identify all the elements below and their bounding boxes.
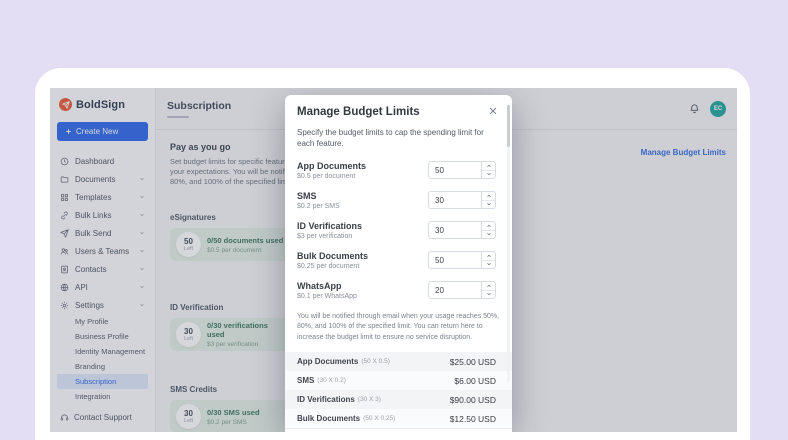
budget-field-app-documents: App Documents $0.5 per document 50 — [297, 161, 500, 180]
stepper-down-icon[interactable] — [482, 171, 495, 179]
sidebar: BoldSign Create New Dashboard Documents … — [50, 88, 156, 432]
sidebar-item-bulk-send[interactable]: Bulk Send — [57, 224, 148, 242]
id-verifications-limit-input[interactable]: 30 — [428, 221, 496, 240]
send-icon — [60, 228, 69, 238]
modal-scrollbar[interactable] — [507, 105, 510, 382]
close-icon[interactable] — [488, 106, 500, 118]
modal-note: You will be notified through email when … — [297, 312, 500, 341]
folder-icon — [60, 175, 69, 184]
esignatures-usage-text: 0/50 documents used — [207, 235, 284, 245]
chevron-down-icon — [139, 284, 145, 290]
summary-row: Bulk Documents (50 X 0.25) $12.50 USD — [285, 409, 512, 429]
id-verification-usage-text: 0/30 verifications used — [207, 321, 268, 340]
modal-footer: Cancel Set Limits — [285, 428, 512, 432]
chevron-down-icon — [139, 176, 145, 182]
sidebar-item-templates[interactable]: Templates — [57, 188, 148, 206]
sms-limit-input[interactable]: 30 — [428, 191, 496, 210]
dashboard-icon — [60, 157, 69, 166]
chevron-down-icon — [139, 230, 145, 236]
bulk-documents-limit-input[interactable]: 50 — [428, 251, 496, 270]
api-icon — [60, 283, 69, 292]
manage-budget-limits-link[interactable]: Manage Budget Limits — [641, 148, 726, 157]
plus-icon — [66, 129, 71, 134]
id-verification-remaining-badge: 30 Left — [176, 322, 201, 348]
sidebar-subitem-integration[interactable]: Integration — [57, 389, 148, 404]
sidebar-item-contacts[interactable]: Contacts — [57, 260, 148, 278]
create-new-label: Create New — [76, 127, 119, 136]
users-icon — [60, 247, 69, 256]
link-icon — [60, 211, 69, 220]
sidebar-item-users-teams[interactable]: Users & Teams — [57, 242, 148, 260]
stepper-up-icon[interactable] — [482, 222, 495, 231]
scrollbar-thumb[interactable] — [507, 105, 510, 147]
budget-field-id-verifications: ID Verifications $3 per verification 30 — [297, 221, 500, 240]
summary-row: ID Verifications (30 X 3) $90.00 USD — [285, 390, 512, 410]
sidebar-subitem-subscription[interactable]: Subscription — [57, 374, 148, 389]
contact-icon — [60, 265, 69, 274]
sidebar-item-documents[interactable]: Documents — [57, 170, 148, 188]
browser-window-frame: BoldSign Create New Dashboard Documents … — [35, 68, 750, 440]
sidebar-subitem-branding[interactable]: Branding — [57, 359, 148, 374]
chevron-down-icon — [139, 266, 145, 272]
sms-credits-remaining-badge: 30 Left — [176, 404, 201, 430]
stepper-down-icon[interactable] — [482, 201, 495, 209]
sms-credits-usage-text: 0/30 SMS used — [207, 407, 260, 417]
sidebar-item-api[interactable]: API — [57, 278, 148, 296]
stepper-up-icon[interactable] — [482, 162, 495, 171]
stepper-down-icon[interactable] — [482, 261, 495, 269]
sms-credits-rate-text: $0.2 per SMS — [207, 418, 247, 426]
cost-summary: App Documents (50 X 0.5) $25.00 USD SMS … — [285, 352, 512, 429]
whatsapp-limit-input[interactable]: 20 — [428, 281, 496, 300]
manage-budget-limits-modal: Manage Budget Limits Specify the budget … — [285, 95, 512, 432]
grid-icon — [60, 193, 69, 202]
notifications-bell-icon[interactable] — [689, 103, 700, 114]
user-avatar[interactable]: EC — [710, 100, 726, 117]
stepper-up-icon[interactable] — [482, 282, 495, 291]
contact-support-button[interactable]: Contact Support — [57, 409, 148, 426]
chevron-down-icon — [139, 212, 145, 218]
chevron-up-icon — [139, 302, 145, 308]
boldsign-logo-icon — [59, 98, 72, 111]
gear-icon — [60, 301, 69, 310]
esignatures-remaining-badge: 50 Left — [176, 232, 201, 258]
esignatures-usage-card: 50 Left 0/50 documents used $0.5 per doc… — [170, 228, 292, 262]
create-new-button[interactable]: Create New — [57, 122, 148, 141]
boldsign-logo-text: BoldSign — [76, 98, 126, 111]
boldsign-logo: BoldSign — [59, 98, 148, 111]
sidebar-item-settings[interactable]: Settings — [57, 296, 148, 314]
boldsign-app: BoldSign Create New Dashboard Documents … — [50, 88, 737, 432]
stepper-up-icon[interactable] — [482, 252, 495, 261]
sidebar-item-bulk-links[interactable]: Bulk Links — [57, 206, 148, 224]
sidebar-subitem-business-profile[interactable]: Business Profile — [57, 329, 148, 344]
budget-field-sms: SMS $0.2 per SMS 30 — [297, 191, 500, 210]
sms-credits-usage-card: 30 Left 0/30 SMS used $0.2 per SMS — [170, 400, 292, 432]
sidebar-subitem-identity-management[interactable]: Identity Management — [57, 344, 148, 359]
stepper-down-icon[interactable] — [482, 291, 495, 299]
modal-description: Specify the budget limits to cap the spe… — [297, 128, 484, 148]
sidebar-item-dashboard[interactable]: Dashboard — [57, 152, 148, 170]
modal-title: Manage Budget Limits — [297, 106, 420, 118]
id-verification-rate-text: $3 per verification — [207, 341, 259, 349]
app-documents-limit-input[interactable]: 50 — [428, 161, 496, 180]
sidebar-subitem-my-profile[interactable]: My Profile — [57, 314, 148, 329]
summary-row: SMS (30 X 0.2) $6.00 USD — [285, 371, 512, 391]
headset-icon — [60, 413, 69, 422]
active-tab-indicator — [167, 115, 189, 118]
esignatures-rate-text: $0.5 per document — [207, 246, 262, 254]
stepper-down-icon[interactable] — [482, 231, 495, 239]
summary-row: App Documents (50 X 0.5) $25.00 USD — [285, 352, 512, 372]
id-verification-usage-card: 30 Left 0/30 verifications used $3 per v… — [170, 318, 292, 352]
stepper-up-icon[interactable] — [482, 192, 495, 201]
chevron-down-icon — [139, 194, 145, 200]
budget-field-whatsapp: WhatsApp $0.1 per WhatsApp 20 — [297, 281, 500, 300]
chevron-down-icon — [139, 248, 145, 254]
page-title: Subscription — [167, 99, 232, 112]
budget-field-bulk-documents: Bulk Documents $0.25 per document 50 — [297, 251, 500, 270]
